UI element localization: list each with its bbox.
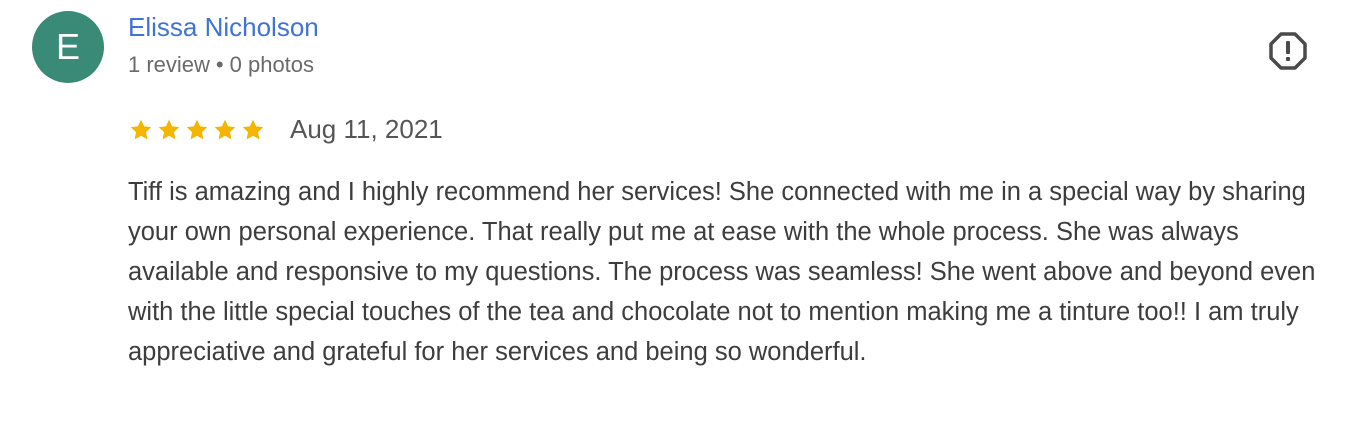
avatar-initial: E [55,26,80,67]
star-icon [214,119,236,139]
reviewer-name-link[interactable]: Elissa Nicholson [128,12,319,43]
star-icon [158,119,180,139]
review-date: Aug 11, 2021 [290,114,443,144]
report-review-button[interactable] [1268,31,1308,71]
meta-separator: • [215,52,224,77]
rating-row: Aug 11, 2021 [128,114,443,145]
avatar[interactable]: E [32,11,104,83]
photo-count: 0 photos [229,52,315,77]
review-text: Tiff is amazing and I highly recommend h… [128,178,1316,366]
star-rating [128,117,266,143]
star-icon [130,119,152,139]
star-icon [242,119,264,139]
star-icon [186,119,208,139]
exclamation-octagon-icon [1269,32,1307,70]
reviewer-meta: 1 review • 0 photos [128,52,314,78]
review-count: 1 review [128,52,210,77]
